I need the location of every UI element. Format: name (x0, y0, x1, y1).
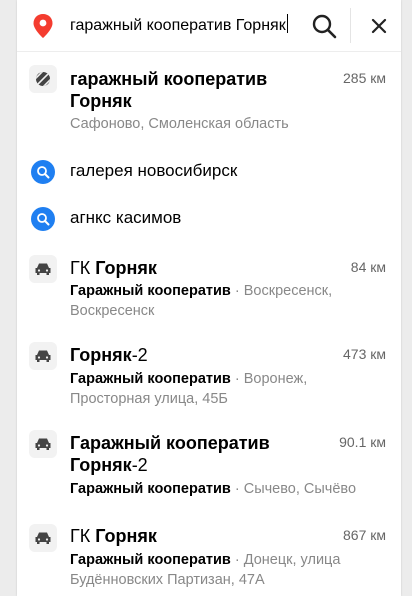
result-distance: 90.1 км (339, 434, 386, 450)
result-title-line2: Горняк (70, 91, 132, 111)
result-distance: 285 км (343, 70, 386, 86)
title-suffix: -2 (131, 345, 148, 365)
result-details: Гаражный кооператив · Воронеж, Просторная… (70, 369, 370, 409)
result-address: Сафоново, Смоленская область (70, 116, 289, 132)
title-suffix: -2 (131, 455, 148, 475)
history-item[interactable]: галерея новосибирск (17, 152, 401, 188)
separator: · (230, 371, 244, 387)
result-title: ГК Горняк (70, 257, 332, 279)
title-prefix: ГК (70, 526, 96, 546)
close-icon[interactable] (366, 13, 392, 39)
list-item[interactable]: ГК Горняк 867 км Гаражный кооператив · Д… (17, 516, 401, 596)
result-title-line1: Гаражный кооператив (70, 433, 270, 453)
address-line1: Воронеж, (243, 371, 308, 387)
history-text: агнкс касимов (70, 208, 182, 227)
result-distance: 867 км (343, 527, 386, 543)
history-text: галерея новосибирск (70, 161, 238, 180)
separator: · (230, 552, 244, 568)
title-match: Горняк (70, 345, 132, 365)
toolbar-divider (350, 8, 351, 43)
address-line2: Будённовских Партизан, 47А (70, 572, 265, 588)
garage-car-icon (29, 255, 57, 283)
history-item[interactable]: агнкс касимов (17, 200, 401, 236)
list-item[interactable]: Горняк-2 473 км Гаражный кооператив · Во… (17, 334, 401, 414)
result-details: Гаражный кооператив · Воскресенск, Воскре… (70, 281, 370, 321)
garage-car-icon (29, 342, 57, 370)
address-line2: Просторная улица, 45Б (70, 391, 228, 407)
history-search-icon (31, 160, 55, 184)
result-distance: 473 км (343, 346, 386, 362)
result-category: Гаражный кооператив (70, 552, 231, 568)
result-title: ГК Горняк (70, 525, 332, 547)
garage-car-icon (29, 524, 57, 552)
result-distance: 84 км (350, 259, 386, 275)
search-input[interactable]: гаражный кооператив Горняк (70, 14, 306, 38)
search-bar: гаражный кооператив Горняк (17, 0, 401, 52)
address-line1: Донецк, улица (243, 552, 341, 568)
text-caret (286, 14, 288, 33)
history-search-icon (31, 207, 55, 231)
search-suggestions-panel: гаражный кооператив Горняк гаражный кооп… (17, 0, 401, 596)
striped-circle-icon (29, 65, 57, 93)
result-category: Гаражный кооператив (70, 283, 231, 299)
title-prefix: ГК (70, 258, 96, 278)
address-line2: Воскресенск (70, 303, 155, 319)
separator: · (230, 481, 244, 497)
search-icon[interactable] (310, 12, 338, 40)
list-item[interactable]: ГК Горняк 84 км Гаражный кооператив · Во… (17, 248, 401, 328)
map-pin-icon (33, 14, 53, 38)
separator: · (230, 283, 244, 299)
result-details: Гаражный кооператив · Сычево, Сычёво (70, 479, 370, 499)
result-title: Гаражный кооператив Горняк-2 (70, 432, 332, 476)
result-title: гаражный кооператив Горняк (70, 68, 332, 112)
title-match: Горняк (95, 258, 157, 278)
title-match: Горняк (70, 455, 132, 475)
address-line1: Воскресенск, (243, 283, 333, 299)
result-category: Гаражный кооператив (70, 481, 231, 497)
list-item[interactable]: Гаражный кооператив Горняк-2 90.1 км Гар… (17, 422, 401, 506)
result-category: Гаражный кооператив (70, 371, 231, 387)
title-match: Горняк (95, 526, 157, 546)
result-title: Горняк-2 (70, 344, 332, 366)
result-title-line1: гаражный кооператив (70, 69, 268, 89)
address-line1: Сычево, Сычёво (243, 481, 357, 497)
list-item[interactable]: гаражный кооператив Горняк 285 км Сафоно… (17, 56, 401, 146)
garage-car-icon (29, 430, 57, 458)
result-details: Гаражный кооператив · Донецк, улица Будён… (70, 550, 370, 590)
search-query-text: гаражный кооператив Горняк (70, 17, 286, 34)
